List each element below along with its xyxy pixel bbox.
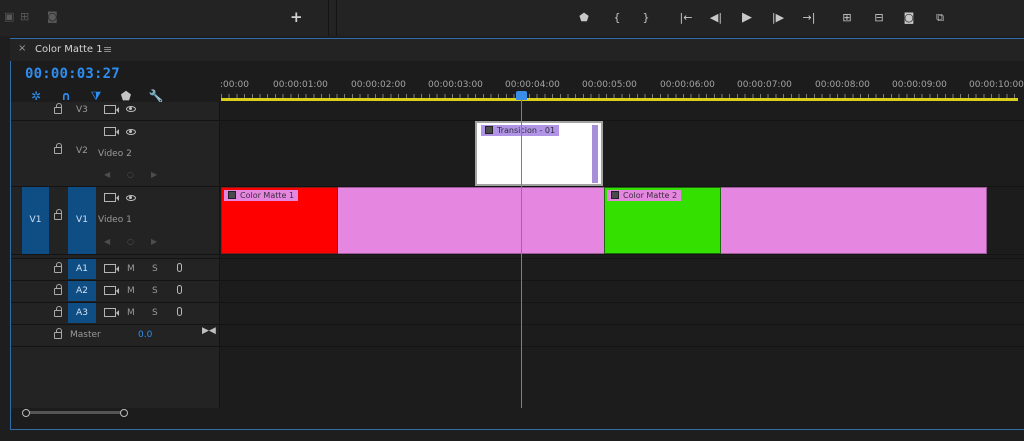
camera-icon[interactable]: ◙ (899, 9, 919, 27)
add-keyframe-icon[interactable]: ○ (127, 170, 134, 179)
eye-icon[interactable] (126, 106, 136, 112)
ruler-label: 00:00:06:00 (660, 80, 715, 90)
sync-lock-icon[interactable] (104, 286, 119, 295)
sync-lock-icon[interactable] (104, 127, 119, 136)
playhead-line[interactable] (521, 98, 522, 410)
header-divider (219, 102, 220, 408)
lock-icon[interactable] (54, 143, 62, 154)
go-to-edit-point-icon[interactable]: ▶◀ (202, 326, 216, 336)
track-target-a2[interactable]: A2 (68, 281, 96, 301)
master-label: Master (70, 330, 101, 340)
go-to-out-icon[interactable]: →| (799, 9, 819, 27)
work-area-bar[interactable] (221, 98, 1018, 101)
scroll-start-handle[interactable] (22, 409, 30, 417)
panel-tab-row (10, 39, 1024, 61)
mark-in-icon[interactable]: { (607, 9, 627, 27)
step-back-icon[interactable]: ◀| (706, 9, 726, 27)
add-button[interactable]: + (290, 8, 303, 26)
export-frame-icon[interactable]: ⊞ (20, 10, 29, 23)
track-target-a1[interactable]: A1 (68, 259, 96, 279)
track-divider (11, 258, 1024, 259)
camera-icon[interactable]: ◙ (47, 10, 58, 23)
transition-handle[interactable] (592, 125, 598, 183)
master-volume[interactable]: 0.0 (138, 330, 152, 340)
mute-button[interactable]: M (127, 286, 135, 296)
solo-button[interactable]: S (152, 308, 158, 318)
toolbar-divider (336, 0, 337, 36)
lock-icon[interactable] (54, 209, 62, 220)
track-divider (11, 302, 1024, 303)
panel-menu-icon[interactable]: ≡ (103, 43, 112, 56)
microphone-icon[interactable] (177, 307, 182, 316)
comparison-icon[interactable]: ⧉ (930, 9, 950, 27)
source-panel-toolbar: ▣ ⊞ ◙ + (0, 0, 329, 36)
horizontal-zoom-scrollbar[interactable] (12, 408, 1024, 418)
ruler-label: 00:00:05:00 (582, 80, 637, 90)
source-patch-v1[interactable]: V1 (22, 187, 49, 254)
scroll-end-handle[interactable] (120, 409, 128, 417)
clip-label: Color Matte 2 (607, 190, 682, 201)
prev-keyframe-icon[interactable]: ◀ (104, 237, 110, 246)
sync-lock-icon[interactable] (104, 193, 119, 202)
ruler-label: 00:00:08:00 (815, 80, 870, 90)
next-keyframe-icon[interactable]: ▶ (151, 170, 157, 179)
lock-icon[interactable] (54, 103, 62, 114)
eye-icon[interactable] (126, 129, 136, 135)
ruler-label: 00:00:10:00 (969, 80, 1024, 90)
settings-icon[interactable]: ▣ (4, 10, 14, 23)
sync-lock-icon[interactable] (104, 105, 119, 114)
ruler-label: 00:00:01:00 (273, 80, 328, 90)
transition-clip[interactable]: Transicion - 01 (475, 121, 603, 186)
panel-bottom (10, 430, 1024, 441)
mute-button[interactable]: M (127, 264, 135, 274)
prev-keyframe-icon[interactable]: ◀ (104, 170, 110, 179)
ruler-label: 00:00:04:00 (505, 80, 560, 90)
lock-icon[interactable] (54, 306, 62, 317)
overwrite-icon[interactable]: ⊟ (869, 9, 889, 27)
add-keyframe-icon[interactable]: ○ (127, 237, 134, 246)
track-label: Video 2 (98, 149, 132, 159)
clip-label: Color Matte 1 (224, 190, 299, 201)
ruler-label: 00:00:09:00 (892, 80, 947, 90)
track-name[interactable]: V2 (76, 146, 88, 156)
color-matte-2-clip[interactable]: Color Matte 2 (604, 187, 721, 254)
track-target-a3[interactable]: A3 (68, 303, 96, 323)
track-target-v1[interactable]: V1 (68, 187, 96, 254)
solo-button[interactable]: S (152, 264, 158, 274)
track-divider (11, 254, 1024, 255)
track-name[interactable]: V3 (76, 105, 88, 115)
ruler-label: 00:00:03:00 (428, 80, 483, 90)
go-to-in-icon[interactable]: |← (676, 9, 696, 27)
next-keyframe-icon[interactable]: ▶ (151, 237, 157, 246)
ruler-label: 00:00:07:00 (737, 80, 792, 90)
marker-icon[interactable]: ⬟ (574, 9, 594, 27)
microphone-icon[interactable] (177, 285, 182, 294)
track-label: Video 1 (98, 215, 132, 225)
playhead-handle[interactable] (516, 91, 527, 100)
tab-close-icon[interactable]: × (18, 43, 26, 54)
lock-icon[interactable] (54, 262, 62, 273)
microphone-icon[interactable] (177, 263, 182, 272)
mark-out-icon[interactable]: } (636, 9, 656, 27)
step-forward-icon[interactable]: |▶ (768, 9, 788, 27)
playhead-timecode[interactable]: 00:00:03:27 (25, 66, 120, 82)
lock-icon[interactable] (54, 284, 62, 295)
lock-icon[interactable] (54, 328, 62, 339)
sync-lock-icon[interactable] (104, 308, 119, 317)
sync-lock-icon[interactable] (104, 264, 119, 273)
ruler-label: :00:00 (220, 80, 249, 90)
ruler-label: 00:00:02:00 (351, 80, 406, 90)
scrollbar-thumb[interactable] (27, 411, 124, 414)
tab-title[interactable]: Color Matte 1 (35, 44, 103, 55)
color-matte-1-clip[interactable]: Color Matte 1 (221, 187, 338, 254)
solo-button[interactable]: S (152, 286, 158, 296)
eye-icon[interactable] (126, 195, 136, 201)
track-divider (11, 346, 1024, 347)
track-divider (11, 324, 1024, 325)
play-icon[interactable]: ▶ (737, 9, 757, 27)
track-divider (11, 280, 1024, 281)
mute-button[interactable]: M (127, 308, 135, 318)
insert-icon[interactable]: ⊞ (837, 9, 857, 27)
